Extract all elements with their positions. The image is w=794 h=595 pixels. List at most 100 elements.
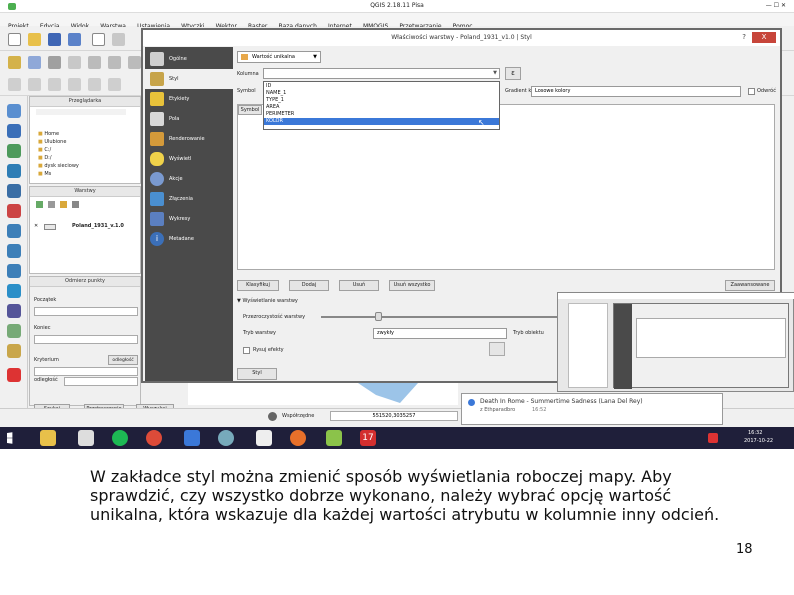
sidebar-item-metadata[interactable]: i Metadane (145, 229, 233, 249)
browser-item[interactable]: ■ Ms (38, 171, 51, 178)
coordinate-field[interactable]: 551520,3035257 (330, 411, 458, 421)
invert-checkbox[interactable] (748, 88, 755, 95)
add-oracle-icon[interactable] (7, 204, 21, 218)
renderer-type-select[interactable]: Wartość unikalna ▼ (237, 51, 321, 63)
new-project-icon[interactable] (8, 33, 21, 46)
add-feature-icon[interactable] (28, 56, 41, 69)
georeference-icon[interactable] (7, 368, 21, 382)
column-option[interactable]: PERIMETER (266, 111, 294, 118)
delete-icon[interactable] (88, 56, 101, 69)
effects-star-icon[interactable] (489, 342, 505, 356)
style-button[interactable]: Styl (237, 368, 277, 380)
start-field[interactable] (34, 307, 138, 316)
draw-effects-checkbox[interactable] (243, 347, 250, 354)
add-raster-icon[interactable] (7, 124, 21, 138)
delete-all-button[interactable]: Usuń wszystko (389, 280, 435, 291)
sidebar-item-display[interactable]: Wyświetl (145, 149, 233, 169)
firefox-icon[interactable] (290, 430, 306, 446)
end-field[interactable] (34, 335, 138, 344)
column-option[interactable]: AREA (266, 104, 279, 111)
add-delimited-text-icon[interactable] (7, 304, 21, 318)
browser-item[interactable]: ■ D:/ (38, 155, 52, 162)
app-17-icon[interactable]: 17 (360, 430, 376, 446)
sidebar-item-general[interactable]: Ogólne (145, 49, 233, 69)
open-project-icon[interactable] (28, 33, 41, 46)
sidebar-item-joins[interactable]: Złączenia (145, 189, 233, 209)
file-explorer-icon[interactable] (40, 430, 56, 446)
column-option-selected[interactable]: KOLOR (264, 118, 499, 125)
add-wcs-icon[interactable] (7, 244, 21, 258)
distance-field[interactable] (64, 377, 138, 386)
new-shapefile-icon[interactable] (7, 324, 21, 338)
expand-icon[interactable] (72, 201, 79, 208)
close-button[interactable]: X (752, 32, 776, 43)
copy-icon[interactable] (128, 56, 141, 69)
tray-notification-icon[interactable] (708, 433, 718, 443)
sidebar-item-rendering[interactable]: Renderowanie (145, 129, 233, 149)
print-composer-icon[interactable] (92, 33, 105, 46)
sidebar-item-style[interactable]: Styl (145, 69, 233, 89)
sidebar-item-diagrams[interactable]: Wykresy (145, 209, 233, 229)
opacity-slider[interactable] (321, 316, 561, 318)
add-class-button[interactable]: Dodaj (289, 280, 329, 291)
criterion-field[interactable] (34, 367, 138, 376)
media-notification[interactable]: Death In Rome - Summertime Sadness (Lana… (461, 393, 723, 425)
delete-class-button[interactable]: Usuń (339, 280, 379, 291)
sidebar-item-fields[interactable]: Pola (145, 109, 233, 129)
label-tool-icon[interactable] (8, 78, 21, 91)
change-label-icon[interactable] (88, 78, 101, 91)
column-dropdown-list[interactable]: ID NAME_1 TYPE_1 AREA PERIMETER KOLOR ↖ (263, 81, 500, 130)
sidebar-item-actions[interactable]: Akcje (145, 169, 233, 189)
window-controls-icon[interactable]: — ☐ ✕ (766, 2, 786, 10)
app-wolf-icon[interactable] (256, 430, 272, 446)
windows-start-icon[interactable] (7, 432, 13, 444)
add-postgis-icon[interactable] (7, 144, 21, 158)
filter-icon[interactable] (48, 201, 55, 208)
edit-pencil-icon[interactable] (8, 56, 21, 69)
sidebar-item-labels[interactable]: Etykiety (145, 89, 233, 109)
visibility-icon[interactable] (36, 201, 43, 208)
spotify-icon[interactable] (112, 430, 128, 446)
add-wms-icon[interactable] (7, 224, 21, 238)
browser-item[interactable]: ■ dysk sieciowy (38, 163, 79, 170)
add-wfs-icon[interactable] (7, 264, 21, 278)
add-arcgis-icon[interactable] (7, 284, 21, 298)
add-group-icon[interactable] (60, 201, 67, 208)
app-cat-icon[interactable] (78, 430, 94, 446)
render-icon[interactable] (268, 412, 277, 421)
add-mssql-icon[interactable] (7, 184, 21, 198)
pin-label-icon[interactable] (28, 78, 41, 91)
color-ramp-select[interactable]: Losowe kolory (531, 86, 741, 97)
add-vector-icon[interactable] (7, 104, 21, 118)
column-option[interactable]: NAME_1 (266, 90, 286, 97)
word-icon[interactable] (184, 430, 200, 446)
layer-row[interactable]: ✕ Poland_1931_v.1.0 (34, 223, 138, 231)
diagram-icon[interactable] (108, 78, 121, 91)
clock-date[interactable]: 2017-10-22 (744, 438, 773, 445)
cut-icon[interactable] (108, 56, 121, 69)
browser-item[interactable]: ■ Ulubione (38, 139, 66, 146)
distance-button[interactable]: odległość (108, 355, 138, 365)
chrome-icon[interactable] (146, 430, 162, 446)
browser-item[interactable]: ■ Home (38, 131, 59, 138)
browser-item[interactable]: ■ C:/ (38, 147, 51, 154)
add-spatialite-icon[interactable] (7, 164, 21, 178)
opacity-slider-handle[interactable] (375, 312, 382, 321)
node-tool-icon[interactable] (68, 56, 81, 69)
symbol-column-header[interactable]: Symbol (238, 105, 262, 115)
map-canvas[interactable] (188, 383, 458, 405)
blend-layer-select[interactable]: zwykły (373, 328, 507, 339)
move-feature-icon[interactable] (48, 56, 61, 69)
style-manager-icon[interactable] (112, 33, 125, 46)
rotate-label-icon[interactable] (48, 78, 61, 91)
column-select[interactable]: ▼ (263, 68, 500, 79)
advanced-button[interactable]: Zaawansowane (725, 280, 775, 291)
save-as-icon[interactable] (68, 33, 81, 46)
clock-time[interactable]: 16:32 (748, 430, 762, 437)
qgis-taskbar-icon[interactable] (326, 430, 342, 446)
save-project-icon[interactable] (48, 33, 61, 46)
expression-button[interactable]: ε (505, 67, 521, 80)
new-temp-layer-icon[interactable] (7, 344, 21, 358)
column-option[interactable]: ID (266, 83, 271, 90)
app-circle-icon[interactable] (218, 430, 234, 446)
